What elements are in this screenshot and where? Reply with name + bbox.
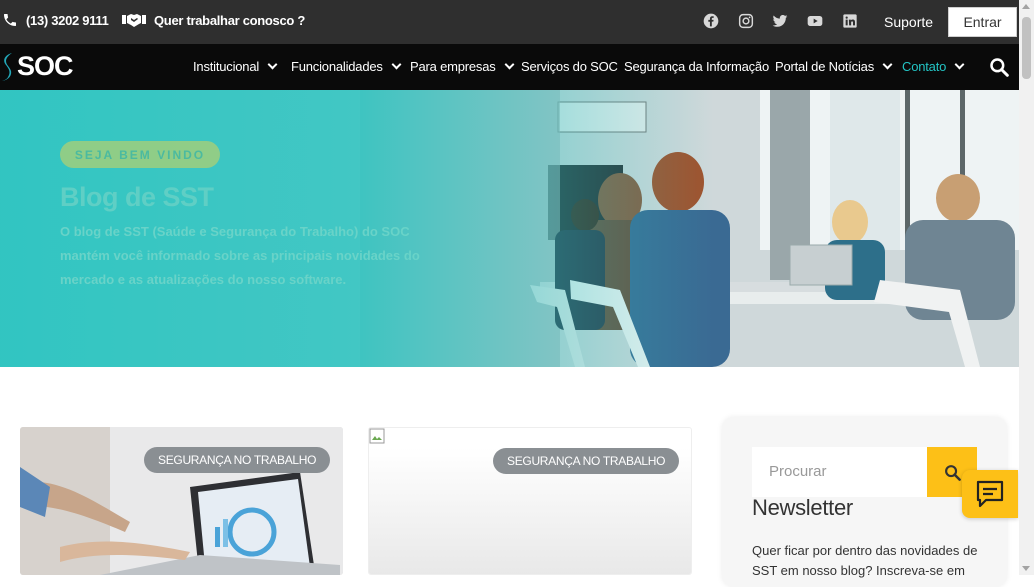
chevron-down-icon xyxy=(391,59,402,70)
nav-label: Institucional xyxy=(193,59,260,74)
nav-contato[interactable]: Contato xyxy=(902,59,965,74)
nav-para-empresas[interactable]: Para empresas xyxy=(410,59,515,74)
blog-card[interactable]: SEGURANÇA NO TRABALHO xyxy=(368,427,692,575)
scrollbar-thumb[interactable] xyxy=(1022,17,1031,79)
nav-seguranca-informacao[interactable]: Segurança da Informação xyxy=(624,59,769,74)
category-badge[interactable]: SEGURANÇA NO TRABALHO xyxy=(493,448,680,474)
nav-servicos[interactable]: Serviços do SOC xyxy=(521,59,618,74)
blog-card[interactable]: SEGURANÇA NO TRABALHO xyxy=(20,427,343,575)
page-scrollbar[interactable] xyxy=(1019,0,1034,575)
handshake-icon xyxy=(122,14,146,27)
hero-title: Blog de SST xyxy=(60,182,214,212)
work-with-us-link[interactable]: Quer trabalhar conosco ? xyxy=(122,12,305,28)
chat-icon xyxy=(976,480,1004,508)
search-input[interactable]: Procurar xyxy=(752,447,927,497)
nav-label: Para empresas xyxy=(410,59,496,74)
work-with-us-label: Quer trabalhar conosco ? xyxy=(154,12,306,28)
chevron-down-icon xyxy=(267,59,278,70)
nav-portal-noticias[interactable]: Portal de Notícias xyxy=(775,59,893,74)
chevron-down-icon xyxy=(954,59,965,70)
phone-link[interactable]: (13) 3202 9111 xyxy=(2,12,109,28)
nav-label: Serviços do SOC xyxy=(521,59,618,74)
nav-label: Funcionalidades xyxy=(291,59,383,74)
login-button[interactable]: Entrar xyxy=(948,7,1017,37)
facebook-icon[interactable] xyxy=(703,13,719,29)
broken-image-icon xyxy=(369,428,385,444)
instagram-icon[interactable] xyxy=(738,13,754,29)
phone-icon xyxy=(4,14,16,26)
nav-label: Contato xyxy=(902,59,947,74)
nav-funcionalidades[interactable]: Funcionalidades xyxy=(291,59,402,74)
category-badge[interactable]: SEGURANÇA NO TRABALHO xyxy=(144,447,331,473)
nav-label: Portal de Notícias xyxy=(775,59,875,74)
hero-banner: SEJA BEM VINDO Blog de SST O blog de SST… xyxy=(0,90,1019,367)
scroll-down-arrow-icon[interactable] xyxy=(1022,566,1030,571)
chevron-down-icon xyxy=(882,59,893,70)
support-link[interactable]: Suporte xyxy=(884,14,933,30)
main-navbar: SOC Institucional Funcionalidades Para e… xyxy=(0,44,1019,90)
nav-institucional[interactable]: Institucional xyxy=(193,59,278,74)
chat-button[interactable] xyxy=(962,470,1018,518)
search-icon xyxy=(944,464,961,481)
search-icon[interactable] xyxy=(989,57,1009,77)
twitter-icon[interactable] xyxy=(772,13,788,29)
linkedin-icon[interactable] xyxy=(842,13,858,29)
soc-logo[interactable]: SOC xyxy=(0,51,74,82)
nav-label: Segurança da Informação xyxy=(624,59,769,74)
hero-description: O blog de SST (Saúde e Segurança do Trab… xyxy=(60,224,420,287)
newsletter-title: Newsletter xyxy=(752,495,853,520)
top-bar: (13) 3202 9111 Quer trabalhar conosco ? … xyxy=(0,0,1019,44)
soc-logo-mark xyxy=(2,52,12,81)
scroll-up-arrow-icon[interactable] xyxy=(1022,4,1030,9)
logo-text: SOC xyxy=(17,51,74,81)
youtube-icon[interactable] xyxy=(807,13,823,29)
phone-number: (13) 3202 9111 xyxy=(26,12,109,28)
chevron-down-icon xyxy=(504,59,515,70)
newsletter-text: Quer ficar por dentro das novidades de S… xyxy=(752,543,978,578)
welcome-badge: SEJA BEM VINDO xyxy=(60,141,220,168)
